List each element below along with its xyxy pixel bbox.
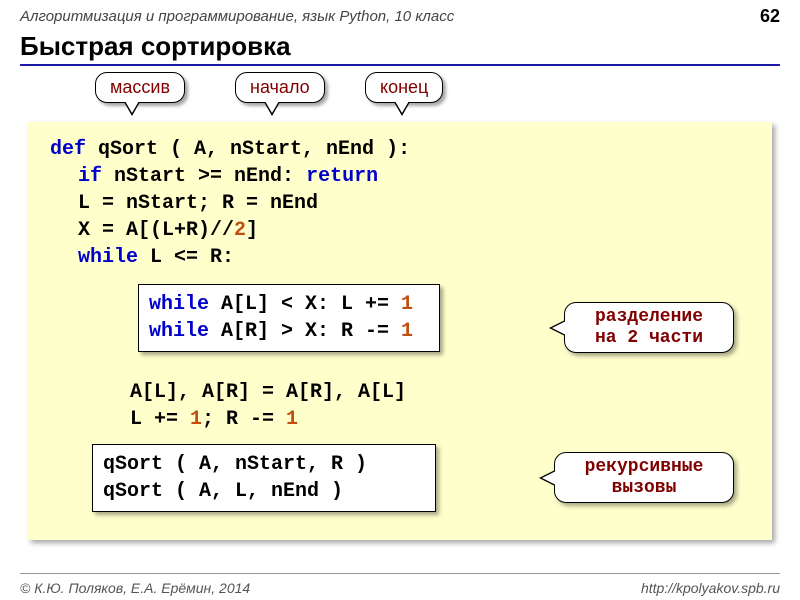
title-underline <box>20 64 780 66</box>
code-line: if nStart >= nEnd: return <box>50 163 754 190</box>
callout-end: конец <box>365 72 443 103</box>
callout-text: рекурсивные <box>585 457 704 477</box>
code-line: while A[R] > X: R -= 1 <box>149 318 429 345</box>
callout-text: на 2 части <box>595 328 703 348</box>
code-line: while L <= R: <box>50 244 754 271</box>
code-line: while A[L] < X: L += 1 <box>149 291 429 318</box>
footer-divider <box>20 573 780 574</box>
code-line: def qSort ( A, nStart, nEnd ): <box>50 136 754 163</box>
code-line: qSort ( A, nStart, R ) <box>103 451 425 478</box>
callout-recursion: рекурсивные вызовы <box>554 452 734 503</box>
callout-start: начало <box>235 72 325 103</box>
recursive-calls-box: qSort ( A, nStart, R ) qSort ( A, L, nEn… <box>92 444 436 512</box>
title-row: Быстрая сортировка <box>0 31 800 66</box>
callout-array: массив <box>95 72 185 103</box>
inner-loop-box: while A[L] < X: L += 1 while A[R] > X: R… <box>138 284 440 352</box>
page-number: 62 <box>760 6 780 27</box>
slide-title: Быстрая сортировка <box>20 31 780 62</box>
header: Алгоритмизация и программирование, язык … <box>0 0 800 29</box>
footer-copyright: © К.Ю. Поляков, Е.А. Ерёмин, 2014 <box>20 580 250 596</box>
footer-url: http://kpolyakov.spb.ru <box>641 580 780 596</box>
code-block: def qSort ( A, nStart, nEnd ): if nStart… <box>28 122 772 540</box>
callout-text: вызовы <box>612 478 677 498</box>
footer: © К.Ю. Поляков, Е.А. Ерёмин, 2014 http:/… <box>0 580 800 596</box>
code-line: L += 1; R -= 1 <box>50 406 754 433</box>
code-line: A[L], A[R] = A[R], A[L] <box>50 379 754 406</box>
callout-text: разделение <box>595 307 703 327</box>
code-line: L = nStart; R = nEnd <box>50 190 754 217</box>
code-line: qSort ( A, L, nEnd ) <box>103 478 425 505</box>
top-callouts: массив начало конец <box>0 72 800 122</box>
callout-split: разделение на 2 части <box>564 302 734 353</box>
course-title: Алгоритмизация и программирование, язык … <box>20 8 454 25</box>
code-line: X = A[(L+R)//2] <box>50 217 754 244</box>
